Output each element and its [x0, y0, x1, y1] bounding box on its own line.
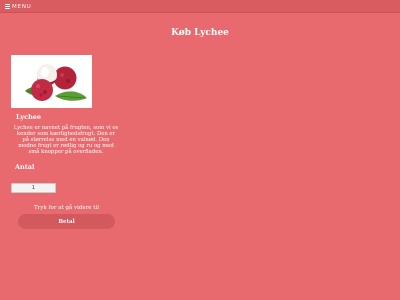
- pay-button[interactable]: Betal: [18, 214, 115, 229]
- quantity-label: Antal: [15, 163, 35, 171]
- lychee-illustration: [25, 64, 87, 101]
- product-description: Lychee er navnet på frugten, som vi os k…: [13, 125, 119, 156]
- menu-button[interactable]: MENU: [5, 2, 32, 11]
- menu-label: MENU: [12, 3, 32, 10]
- product-name: Lychee: [16, 113, 42, 121]
- product-image: [11, 55, 92, 108]
- page-title: Køb Lychee: [171, 28, 229, 38]
- checkout-hint: Tryk for at gå videre til: [34, 205, 99, 211]
- hamburger-icon: [5, 4, 10, 9]
- top-nav-bar: MENU: [0, 0, 400, 13]
- quantity-input[interactable]: [11, 183, 56, 193]
